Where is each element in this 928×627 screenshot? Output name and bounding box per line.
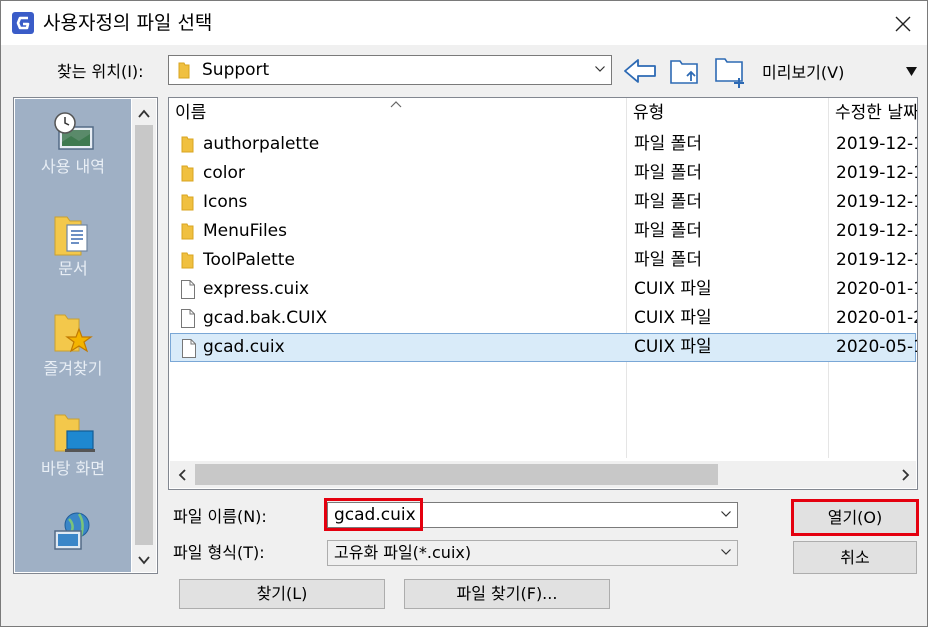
places-bar: 사용 내역 문서 즐겨찾기 바탕 화면	[13, 97, 158, 574]
folder-icon	[181, 194, 194, 211]
chevron-down-icon	[595, 66, 605, 72]
file-name: Icons	[203, 192, 248, 212]
file-type: 파일 폴더	[634, 250, 702, 270]
file-date: 2020-01-1	[836, 279, 918, 299]
file-list-horizontal-scrollbar[interactable]	[170, 461, 916, 488]
up-folder-icon[interactable]	[669, 55, 701, 87]
table-row[interactable]: authorpalette 파일 폴더 2019-12-1	[170, 130, 918, 159]
place-favorites[interactable]: 즐겨찾기	[15, 311, 131, 379]
table-row[interactable]: express.cuix CUIX 파일 2020-01-1	[170, 275, 918, 304]
app-logo-icon	[12, 12, 34, 34]
folder-icon	[181, 223, 194, 240]
places-list: 사용 내역 문서 즐겨찾기 바탕 화면	[15, 99, 131, 572]
folder-icon	[181, 252, 194, 269]
find-file-button[interactable]: 파일 찾기(F)...	[404, 579, 610, 609]
file-date: 2019-12-1	[836, 192, 918, 212]
chevron-down-icon[interactable]	[721, 511, 731, 517]
filetype-value: 고유화 파일(*.cuix)	[334, 543, 472, 562]
file-dialog: 사용자정의 파일 선택 찾는 위치(I): Support 미리보기(V) 사용…	[0, 0, 928, 627]
title-bar: 사용자정의 파일 선택	[1, 1, 927, 45]
open-highlight-box	[791, 499, 919, 536]
file-icon	[181, 280, 195, 299]
file-type: 파일 폴더	[634, 221, 702, 241]
look-in-value: Support	[202, 60, 270, 80]
window-title: 사용자정의 파일 선택	[43, 12, 213, 34]
cancel-button[interactable]: 취소	[793, 541, 917, 574]
new-folder-icon[interactable]	[714, 55, 748, 89]
back-arrow-icon[interactable]	[623, 57, 657, 85]
file-name: authorpalette	[203, 134, 320, 154]
file-date: 2020-01-2	[836, 308, 918, 328]
table-row[interactable]: ToolPalette 파일 폴더 2019-12-1	[170, 246, 918, 275]
file-name: MenuFiles	[203, 221, 287, 241]
place-label: 즐겨찾기	[43, 359, 103, 378]
file-type: CUIX 파일	[634, 279, 712, 299]
preview-dropdown-icon[interactable]	[906, 67, 917, 76]
recent-history-icon	[54, 112, 94, 150]
file-name: color	[203, 163, 245, 183]
file-type: 파일 폴더	[634, 163, 702, 183]
places-scroll-thumb[interactable]	[135, 125, 153, 545]
filename-label: 파일 이름(N):	[173, 507, 267, 526]
table-row[interactable]: MenuFiles 파일 폴더 2019-12-1	[170, 217, 918, 246]
file-name: gcad.bak.CUIX	[203, 308, 328, 328]
close-icon	[895, 16, 911, 32]
file-date: 2019-12-1	[836, 250, 918, 270]
desktop-icon	[54, 414, 95, 452]
filename-highlight-box	[324, 498, 423, 531]
place-network[interactable]	[15, 509, 131, 557]
file-name: express.cuix	[203, 279, 310, 299]
file-icon	[181, 309, 195, 328]
look-in-label: 찾는 위치(I):	[57, 62, 144, 81]
close-button[interactable]	[881, 7, 925, 41]
folder-icon	[181, 136, 194, 153]
place-label: 바탕 화면	[41, 459, 105, 478]
chevron-down-icon	[721, 549, 731, 555]
place-label: 사용 내역	[41, 157, 105, 176]
file-date: 2019-12-1	[836, 163, 918, 183]
file-date: 2020-05-1	[836, 337, 918, 357]
place-desktop[interactable]: 바탕 화면	[15, 411, 131, 479]
network-globe-icon	[54, 512, 90, 550]
scroll-up-icon[interactable]	[138, 109, 150, 119]
file-date: 2019-12-1	[836, 221, 918, 241]
file-name: ToolPalette	[203, 250, 295, 270]
look-in-dropdown[interactable]: Support	[168, 55, 612, 85]
folder-icon	[181, 165, 194, 182]
find-button[interactable]: 찾기(L)	[179, 579, 385, 609]
file-type: 파일 폴더	[634, 134, 702, 154]
file-type: CUIX 파일	[634, 337, 712, 357]
place-recent[interactable]: 사용 내역	[15, 109, 131, 177]
preview-toggle[interactable]: 미리보기(V)	[762, 63, 844, 83]
table-row[interactable]: color 파일 폴더 2019-12-1	[170, 159, 918, 188]
place-documents[interactable]: 문서	[15, 211, 131, 279]
file-icon	[182, 339, 196, 358]
file-date: 2019-12-1	[836, 134, 918, 154]
places-scrollbar[interactable]	[132, 99, 156, 572]
documents-icon	[54, 216, 88, 256]
file-type: CUIX 파일	[634, 308, 712, 328]
column-header-type[interactable]: 유형	[627, 98, 829, 128]
table-row-selected[interactable]: gcad.cuix CUIX 파일 2020-05-1	[170, 333, 918, 362]
folder-icon	[178, 62, 190, 79]
file-name: gcad.cuix	[203, 337, 285, 357]
scroll-down-icon[interactable]	[138, 555, 150, 565]
filetype-dropdown[interactable]: 고유화 파일(*.cuix)	[327, 540, 738, 566]
filetype-label: 파일 형식(T):	[173, 543, 265, 562]
horizontal-scroll-thumb[interactable]	[195, 464, 718, 485]
table-row[interactable]: gcad.bak.CUIX CUIX 파일 2020-01-2	[170, 304, 918, 333]
place-label: 문서	[58, 259, 88, 278]
column-header-name[interactable]: 이름	[169, 98, 627, 128]
scroll-right-icon[interactable]	[902, 469, 910, 481]
table-row[interactable]: Icons 파일 폴더 2019-12-1	[170, 188, 918, 217]
scroll-left-icon[interactable]	[178, 469, 186, 481]
file-type: 파일 폴더	[634, 192, 702, 212]
favorites-icon	[54, 314, 93, 353]
file-list: 이름 유형 수정한 날짜 authorpalette 파일 폴더 2019-12-1…	[168, 97, 918, 490]
column-header-date[interactable]: 수정한 날짜	[829, 98, 917, 128]
